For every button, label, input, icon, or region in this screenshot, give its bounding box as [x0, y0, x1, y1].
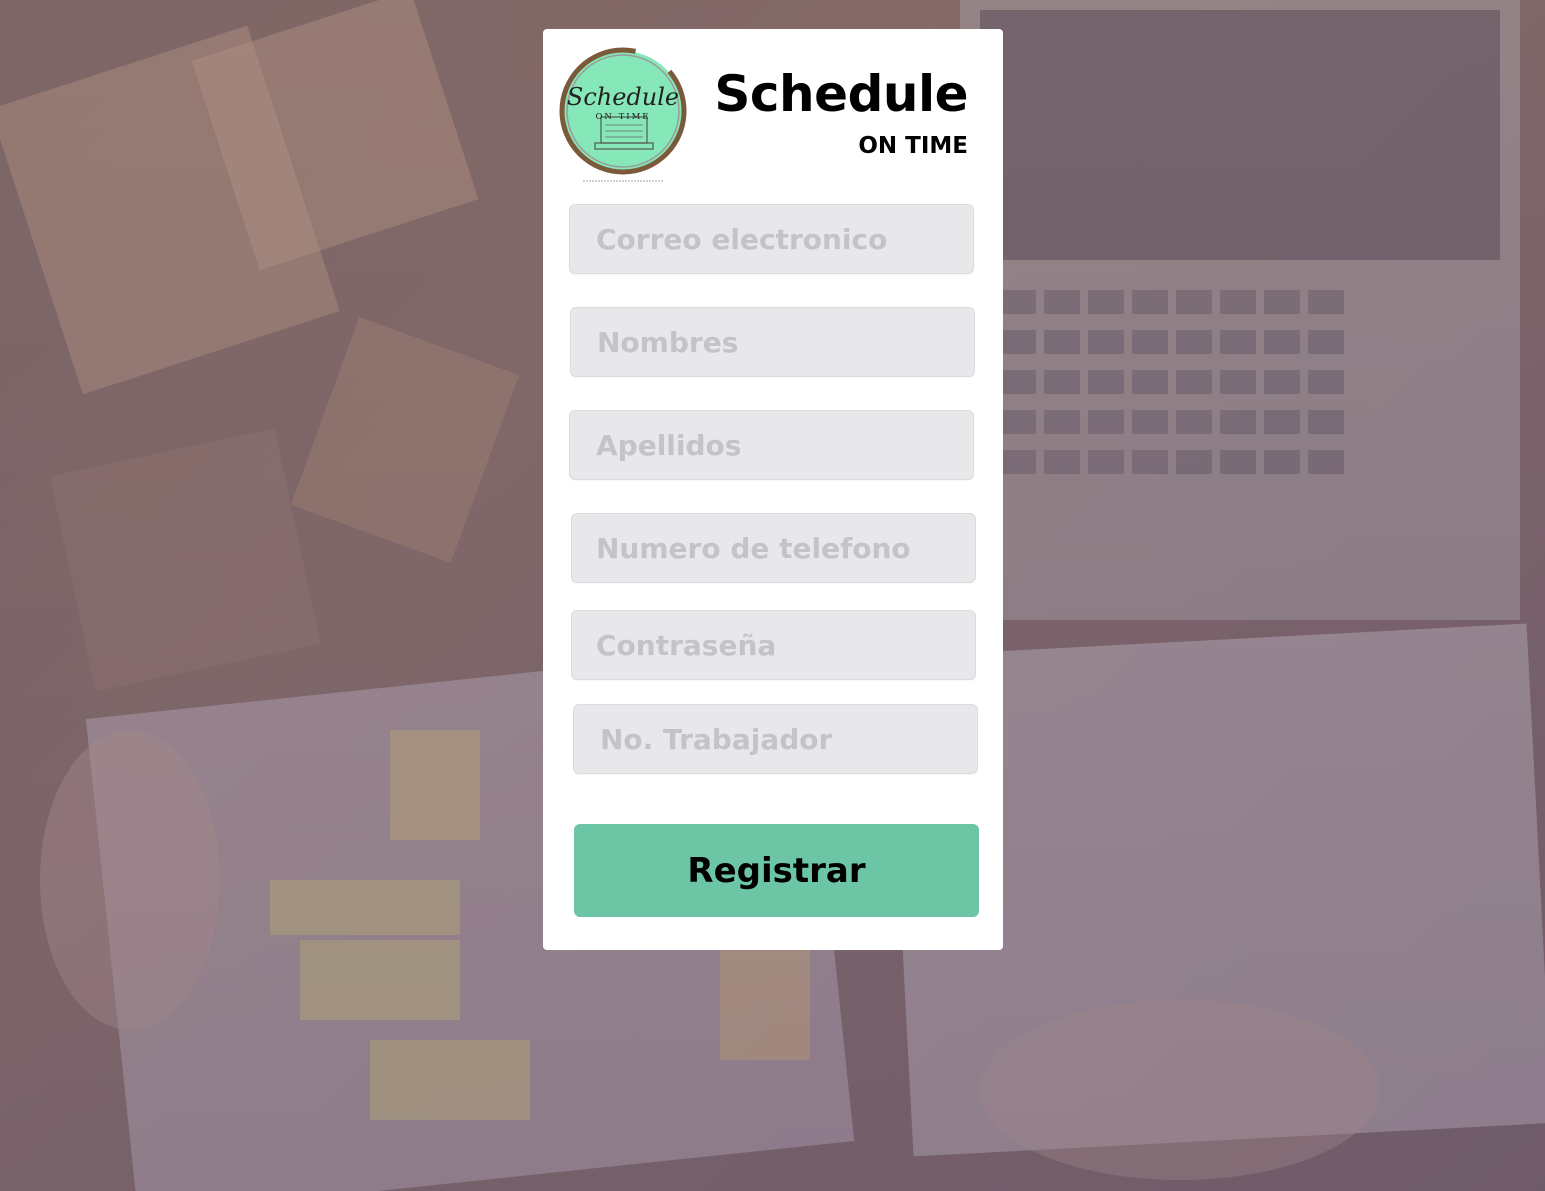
password-input[interactable]	[572, 611, 975, 679]
register-button[interactable]: Registrar	[574, 824, 979, 917]
password-field	[571, 610, 976, 680]
first-names-input[interactable]	[571, 308, 974, 376]
email-input[interactable]	[570, 205, 973, 273]
logo-band-text: ON TIME	[595, 112, 650, 122]
register-card: Schedule ON TIME Schedule ON TIME Regist…	[543, 29, 1003, 950]
schedule-on-time-logo: Schedule ON TIME	[559, 45, 691, 185]
worker-number-input[interactable]	[574, 705, 977, 773]
worker-number-field	[573, 704, 978, 774]
logo-graphic: Schedule ON TIME	[559, 47, 687, 182]
last-names-input[interactable]	[570, 411, 973, 479]
last-names-field	[569, 410, 974, 480]
phone-input[interactable]	[572, 514, 975, 582]
email-field	[569, 204, 974, 274]
brand-title: Schedule	[714, 65, 968, 123]
brand-subtitle: ON TIME	[858, 133, 968, 159]
phone-field	[571, 513, 976, 583]
logo-script-text: Schedule	[567, 83, 679, 111]
first-names-field	[570, 307, 975, 377]
